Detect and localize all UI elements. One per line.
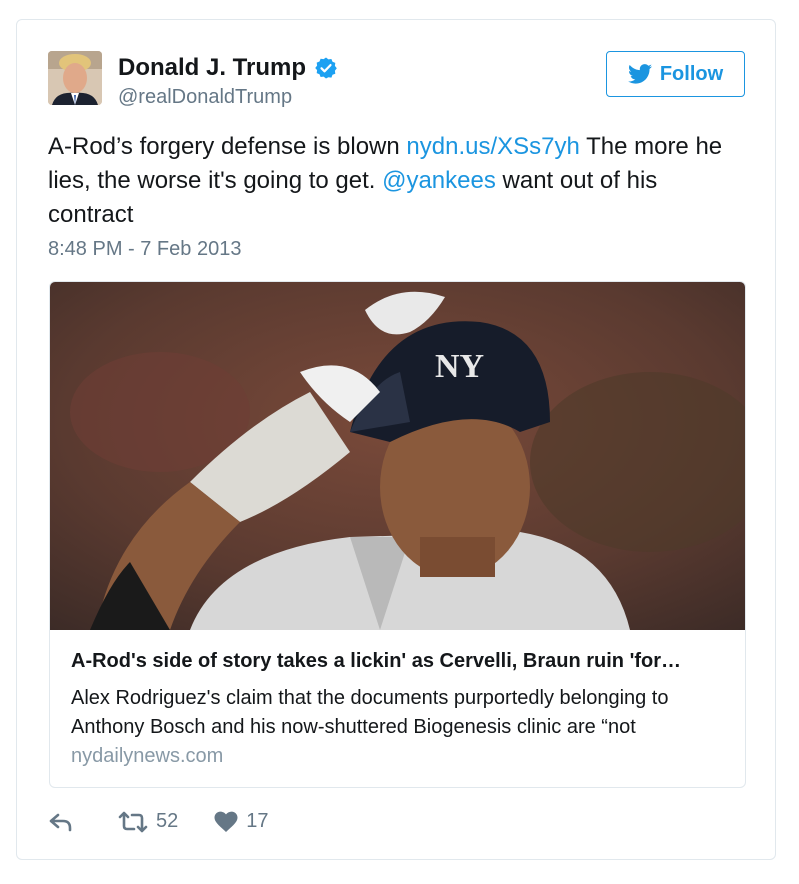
- author-name[interactable]: Donald J. Trump: [118, 54, 306, 82]
- heart-icon: [214, 811, 238, 832]
- follow-button[interactable]: Follow: [606, 51, 745, 97]
- like-count: 17: [246, 810, 269, 832]
- link-card-domain: nydailynews.com: [71, 745, 224, 767]
- tweet-text-segment: A-Rod’s forgery defense is blown: [48, 133, 407, 160]
- mention-link[interactable]: @yankees: [382, 167, 496, 194]
- retweet-icon: [118, 811, 148, 832]
- author-name-row: Donald J. Trump: [118, 54, 338, 82]
- reply-icon: [49, 813, 72, 831]
- tweet-actions: 52 17: [48, 810, 305, 833]
- tweet-timestamp[interactable]: 8:48 PM - 7 Feb 2013: [48, 238, 241, 261]
- follow-button-label: Follow: [659, 62, 724, 85]
- link-preview-image: NY: [50, 282, 745, 630]
- link-preview-card[interactable]: NY A-Rod's side of story takes a lickin'…: [49, 281, 746, 788]
- svg-text:NY: NY: [435, 348, 484, 385]
- twitter-bird-icon: [627, 64, 652, 84]
- tweet-text: A-Rod’s forgery defense is blown nydn.us…: [48, 130, 748, 232]
- like-action[interactable]: 17: [214, 810, 269, 833]
- verified-badge-icon: [315, 57, 337, 79]
- reply-action[interactable]: [48, 811, 82, 833]
- link-card-description: Alex Rodriguez's claim that the document…: [71, 687, 669, 738]
- link-card-title: A-Rod's side of story takes a lickin' as…: [71, 650, 681, 672]
- retweet-action[interactable]: 52: [118, 810, 178, 833]
- author-handle[interactable]: @realDonaldTrump: [118, 86, 292, 109]
- tweet-card: Donald J. Trump @realDonaldTrump Follow …: [16, 19, 776, 860]
- retweet-count: 52: [156, 810, 179, 832]
- tweet-link[interactable]: nydn.us/XSs7yh: [406, 133, 579, 160]
- author-avatar[interactable]: [48, 51, 102, 105]
